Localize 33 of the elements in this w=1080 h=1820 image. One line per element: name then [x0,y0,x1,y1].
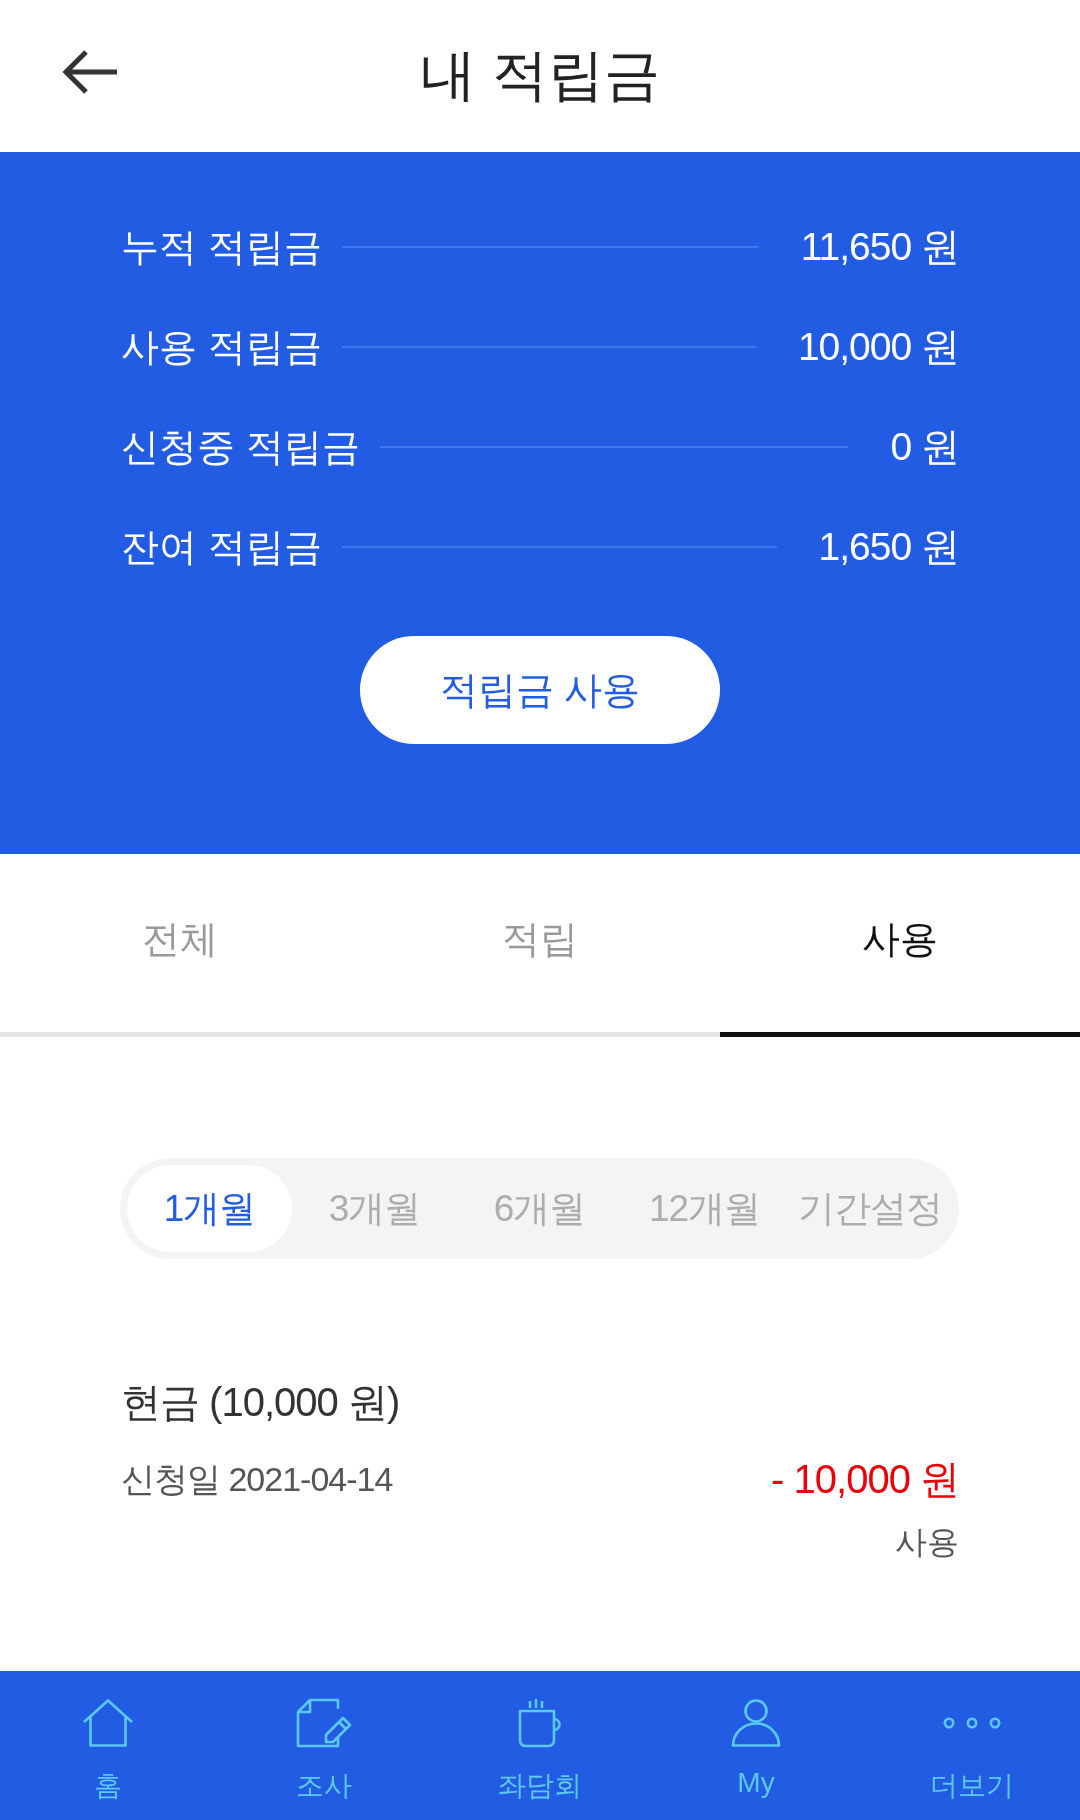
period-option[interactable]: 3개월 [292,1165,457,1252]
summary-label: 사용 적립금 [121,324,322,370]
history-status: 사용 [895,1523,959,1562]
page-title: 내 적립금 [420,42,660,108]
history-amount: - 10,000 원 [771,1456,959,1503]
summary-value: 11,650 원 [800,224,959,270]
nav-item[interactable]: 좌담회 [432,1671,648,1820]
nav-item[interactable]: My [648,1671,864,1820]
person-icon [731,1699,781,1747]
summary-value: 10,000 원 [797,324,959,370]
use-points-button[interactable]: 적립금 사용 [360,636,720,744]
mug-icon [516,1698,564,1748]
history-title: 현금 (10,000 원) [121,1379,400,1426]
summary-value: 1,650 원 [818,524,959,570]
period-option[interactable]: 12개월 [622,1165,787,1252]
document-pencil-icon [296,1698,352,1748]
summary-label: 누적 적립금 [121,224,322,270]
period-option[interactable]: 기간설정 [787,1165,952,1252]
home-icon [82,1699,134,1747]
nav-item[interactable]: 조사 [216,1671,432,1820]
filter-tab[interactable]: 사용 [720,854,1080,1037]
filter-tab[interactable]: 전체 [0,854,360,1037]
period-option[interactable]: 6개월 [457,1165,622,1252]
nav-item[interactable]: 홈 [0,1671,216,1820]
summary-label: 잔여 적립금 [121,524,322,570]
history-date: 신청일 2021-04-14 [121,1458,393,1500]
summary-value: 0 원 [890,424,959,470]
period-option[interactable]: 1개월 [127,1165,292,1252]
more-dots-icon [943,1717,1001,1729]
nav-item[interactable]: 더보기 [864,1671,1080,1820]
summary-label: 신청중 적립금 [121,424,360,470]
filter-tab[interactable]: 적립 [360,854,720,1037]
arrow-left-icon [61,49,119,95]
